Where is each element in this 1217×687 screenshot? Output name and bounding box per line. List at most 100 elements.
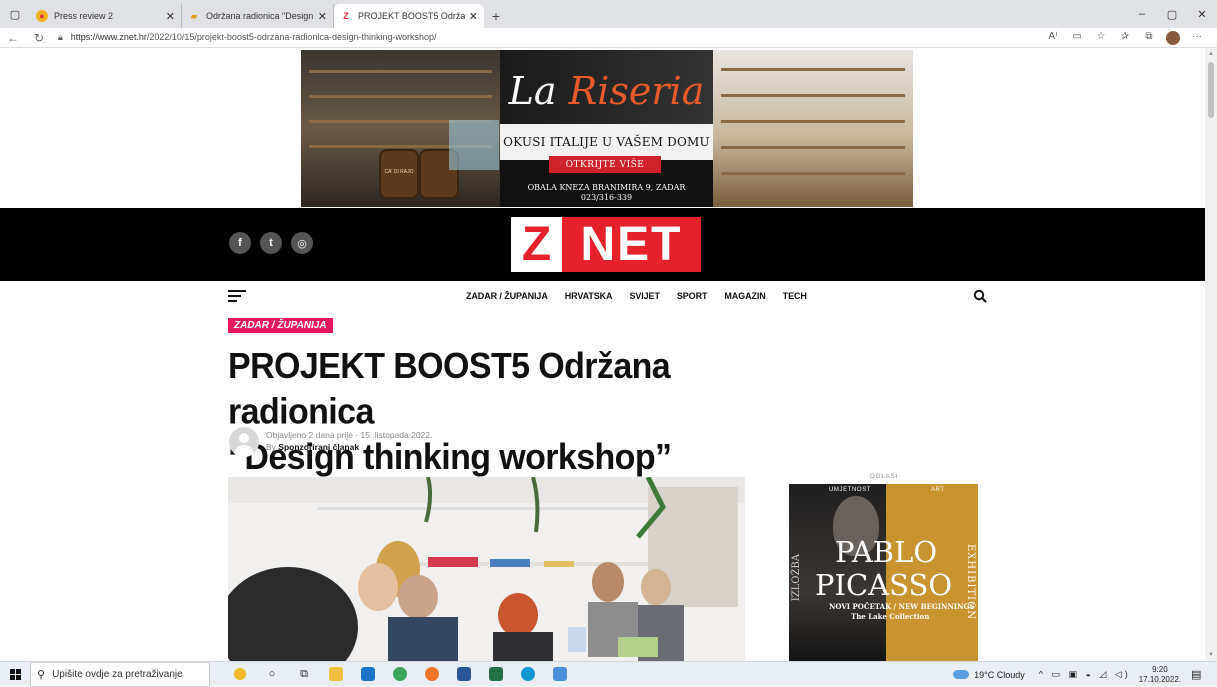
workshop-photo: [228, 477, 745, 661]
close-tab-icon[interactable]: ✕: [469, 10, 478, 23]
picasso-ad[interactable]: UMJETNOST ART PABLO PICASSO NOVI POČETAK…: [789, 484, 978, 661]
favorite-add-icon[interactable]: ☆: [1089, 31, 1113, 45]
shop-interior-image-left: CA' DI RAJO: [301, 50, 500, 207]
tray-icons[interactable]: ^ ▭ ▣ ◒ ◿ ◁): [1039, 669, 1131, 680]
minimize-button[interactable]: –: [1127, 0, 1157, 28]
hamburger-menu-icon[interactable]: [228, 290, 246, 305]
nav-item-tech[interactable]: TECH: [783, 291, 807, 301]
znet-logo[interactable]: Z NET: [511, 217, 701, 272]
window-controls: – ▢ ✕: [1127, 0, 1217, 28]
favorites-icon[interactable]: ✰: [1113, 31, 1137, 45]
profile-avatar-icon[interactable]: [1166, 30, 1180, 45]
store-icon[interactable]: [352, 662, 384, 687]
restore-button[interactable]: ▢: [1157, 0, 1187, 28]
la-riseria-logo: La Riseria: [500, 50, 713, 132]
search-icon: ⚲: [37, 668, 46, 681]
ad-title-line: PICASSO: [815, 568, 953, 602]
main-nav: ZADAR / ŽUPANIJA HRVATSKA SVIJET SPORT M…: [0, 281, 1205, 313]
clock-date: 17.10.2022.: [1138, 674, 1181, 684]
tab-label: Press review 2: [54, 11, 114, 21]
tab-press-review[interactable]: ● Press review 2 ✕: [30, 4, 182, 28]
logo-z: Z: [511, 217, 562, 272]
close-tab-icon[interactable]: ✕: [166, 10, 175, 23]
nav-item-magazin[interactable]: MAGAZIN: [724, 291, 765, 301]
ad-subtitle-line: The Lake Collection: [851, 612, 930, 621]
url-host: https://www.znet.hr: [70, 32, 147, 42]
published-date: 15. listopada 2022.: [360, 430, 433, 440]
published-relative: 2 dana prije: [308, 430, 353, 440]
page-viewport: CA' DI RAJO La Riseria OKUSI ITALIJE U V…: [0, 48, 1217, 661]
news-widget-icon[interactable]: [224, 662, 256, 687]
tab-actions-icon[interactable]: ▢: [0, 0, 30, 28]
facebook-icon[interactable]: f: [229, 232, 251, 254]
banner-center: La Riseria OKUSI ITALIJE U VAŠEM DOMU OT…: [500, 50, 713, 207]
start-button[interactable]: [0, 668, 30, 680]
scroll-thumb[interactable]: [1208, 62, 1214, 118]
read-aloud-icon[interactable]: A⁾: [1041, 31, 1065, 45]
reader-view-icon[interactable]: ▭: [1065, 31, 1089, 45]
tab-label: Održana radionica "Design think: [206, 11, 314, 21]
category-badge[interactable]: ZADAR / ŽUPANIJA: [228, 318, 333, 333]
nav-menu: ZADAR / ŽUPANIJA HRVATSKA SVIJET SPORT M…: [466, 291, 807, 301]
notification-icon[interactable]: ▤: [1191, 668, 1211, 681]
author-name[interactable]: Sponzorirani članak: [278, 442, 359, 452]
phone-line: 023/316-339: [580, 193, 633, 202]
social-links: f t ◎: [229, 232, 313, 254]
back-icon[interactable]: ←: [0, 31, 26, 45]
tab-design-thinking[interactable]: ▰ Održana radionica "Design think ✕: [182, 4, 334, 28]
nav-item-sport[interactable]: SPORT: [677, 291, 708, 301]
nav-item-zadar[interactable]: ZADAR / ŽUPANIJA: [466, 291, 548, 301]
more-icon[interactable]: ···: [1185, 31, 1209, 45]
folder-icon: ▰: [190, 10, 198, 21]
ad-vertical-exhibition: EXHIBITION: [965, 544, 976, 620]
word-icon[interactable]: [448, 662, 480, 687]
ad-title: PABLO PICASSO: [815, 536, 952, 602]
search-icon[interactable]: [973, 289, 987, 303]
windows-taskbar: ⚲ Upišite ovdje za pretraživanje ○ ⧉ 19°…: [0, 661, 1217, 687]
windows-icon: [9, 668, 21, 680]
instagram-icon[interactable]: ◎: [291, 232, 313, 254]
scroll-up-icon[interactable]: ▲: [1208, 51, 1214, 57]
firefox-icon[interactable]: [416, 662, 448, 687]
file-explorer-icon[interactable]: [320, 662, 352, 687]
tab-label: PROJEKT BOOST5 Održana radio: [358, 11, 465, 21]
tab-projekt-boost5[interactable]: Z PROJEKT BOOST5 Održana radio ✕: [334, 4, 484, 28]
site-header: f t ◎ Z NET: [0, 208, 1205, 281]
chrome-icon: ●: [36, 10, 48, 22]
clock[interactable]: 9:20 17.10.2022.: [1139, 665, 1181, 685]
paint-icon[interactable]: [544, 662, 576, 687]
close-tab-icon[interactable]: ✕: [318, 10, 327, 23]
twitter-icon[interactable]: t: [260, 232, 282, 254]
address-line: OBALA KNEZA BRANIMIRA 9, ZADAR: [527, 183, 686, 192]
refresh-icon[interactable]: ↻: [26, 31, 52, 45]
taskbar-search-box[interactable]: ⚲ Upišite ovdje za pretraživanje: [30, 661, 210, 687]
clock-time: 9:20: [1152, 664, 1168, 674]
scroll-down-icon[interactable]: ▼: [1208, 652, 1214, 658]
znet-icon: Z: [343, 11, 349, 21]
brand-a: La: [508, 69, 557, 113]
url-field[interactable]: 🔒︎ https://www.znet.hr/2022/10/15/projekt…: [52, 32, 1041, 43]
published-prefix: Objavljeno: [266, 430, 307, 440]
collections-icon[interactable]: ⧉: [1137, 31, 1161, 45]
excel-icon[interactable]: [480, 662, 512, 687]
barrel-label: CA' DI RAJO: [384, 169, 414, 175]
article-title: PROJEKT BOOST5 Održana radionica “Design…: [228, 344, 788, 481]
edge-icon[interactable]: [512, 662, 544, 687]
article-photo: [228, 477, 745, 661]
nav-item-svijet[interactable]: SVIJET: [629, 291, 660, 301]
avatar: [229, 427, 259, 457]
task-view-icon[interactable]: ⧉: [288, 662, 320, 687]
nav-item-hrvatska[interactable]: HRVATSKA: [565, 291, 613, 301]
ad-vertical-izlozba: IZLOŽBA: [791, 554, 802, 602]
cloud-icon: [953, 670, 970, 679]
banner-ad[interactable]: CA' DI RAJO La Riseria OKUSI ITALIJE U V…: [301, 50, 913, 207]
cortana-icon[interactable]: ○: [256, 662, 288, 687]
weather-widget[interactable]: 19°C Cloudy: [953, 670, 1025, 680]
banner-cta-button[interactable]: OTKRIJTE VIŠE: [549, 156, 661, 173]
new-tab-button[interactable]: +: [484, 4, 508, 28]
chrome-icon[interactable]: [384, 662, 416, 687]
close-window-button[interactable]: ✕: [1187, 0, 1217, 28]
ad-subtitle-line: NOVI POČETAK / NEW BEGINNINGS: [829, 602, 975, 611]
page-scrollbar[interactable]: ▲ ▼: [1205, 48, 1217, 661]
weather-text: 19°C Cloudy: [974, 669, 1025, 680]
